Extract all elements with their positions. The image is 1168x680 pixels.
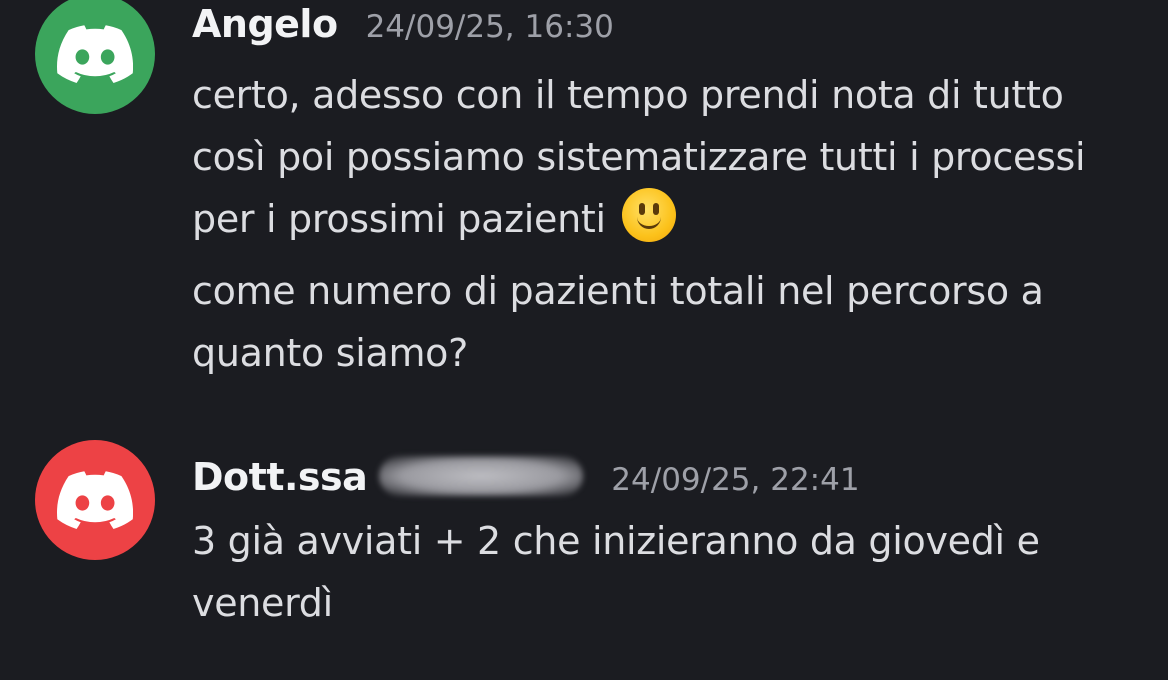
timestamp: 24/09/25, 16:30 [365, 9, 614, 45]
message-text: 3 già avviati + 2 che inizieranno da gio… [192, 519, 1040, 625]
redacted-name [379, 456, 584, 496]
username[interactable]: Dott.ssa [192, 455, 368, 499]
message-text: come numero di pazienti totali nel perco… [192, 269, 1044, 375]
discord-logo-icon [57, 471, 133, 529]
timestamp: 24/09/25, 22:41 [611, 462, 860, 498]
discord-logo-icon [57, 25, 133, 83]
message-paragraph: 3 già avviati + 2 che inizieranno da gio… [192, 510, 1122, 634]
avatar[interactable] [35, 440, 155, 560]
avatar[interactable] [35, 0, 155, 114]
message-paragraph: certo, adesso con il tempo prendi nota d… [192, 64, 1122, 250]
username[interactable]: Angelo [192, 2, 338, 46]
message-header: Angelo 24/09/25, 16:30 [192, 2, 614, 46]
message-paragraph: come numero di pazienti totali nel perco… [192, 260, 1122, 384]
slightly-smiling-face-icon [621, 188, 676, 242]
message-header: Dott.ssa 24/09/25, 22:41 [192, 450, 860, 499]
chat-message-list: Angelo 24/09/25, 16:30 certo, adesso con… [0, 0, 1168, 680]
